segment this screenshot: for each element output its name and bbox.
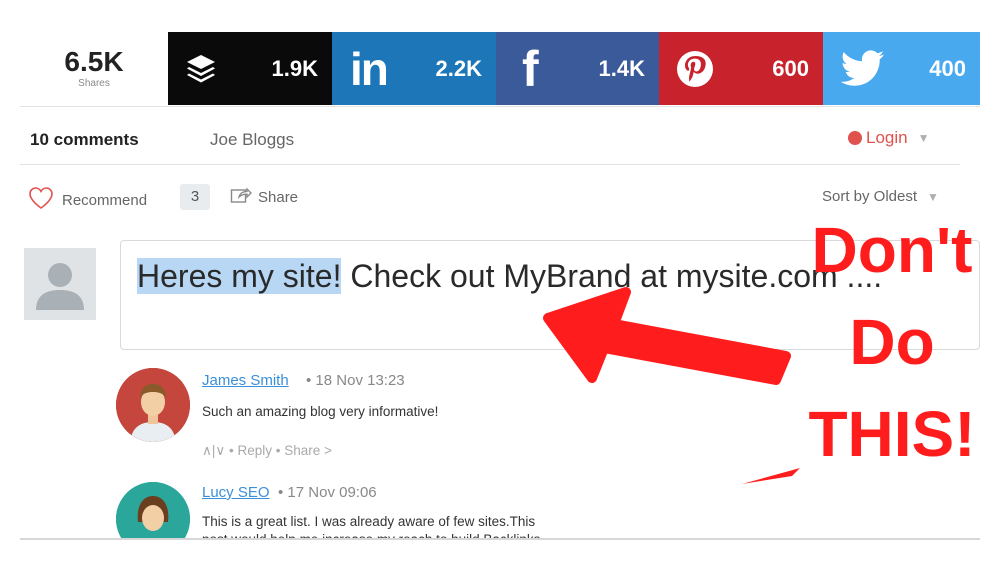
- overlay-text-line: THIS!: [808, 398, 976, 470]
- overlay-text-line: Don't: [811, 214, 973, 286]
- overlay-text-line: Do: [849, 306, 935, 378]
- red-arrow-annotation: [543, 287, 800, 484]
